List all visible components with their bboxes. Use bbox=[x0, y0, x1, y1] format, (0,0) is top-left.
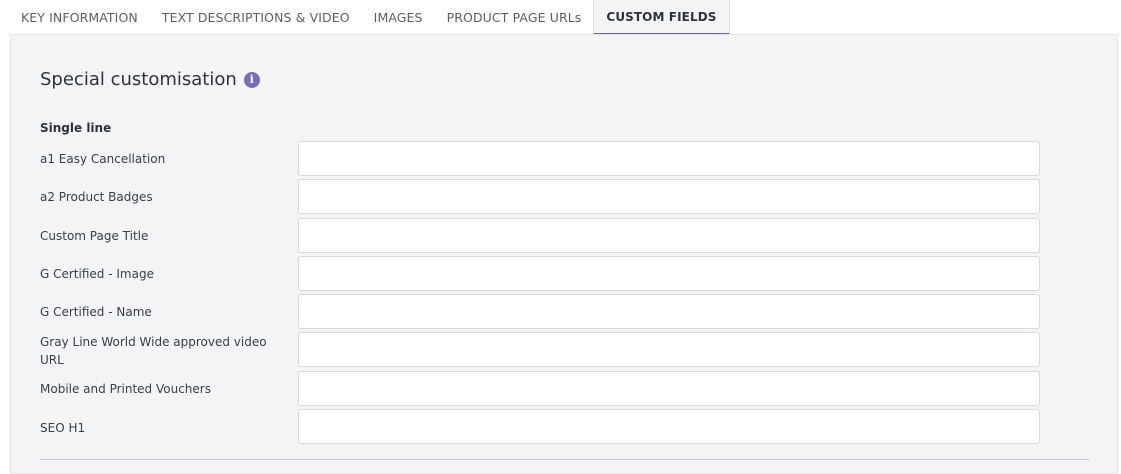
tab-text-descriptions-video[interactable]: TEXT DESCRIPTIONS & VIDEO bbox=[150, 0, 362, 35]
field-label-gray-line-video-url: Gray Line World Wide approved video URL bbox=[40, 335, 267, 367]
section-title-text: Special customisation bbox=[40, 69, 237, 90]
custom-fields-panel: Special customisation i Single line a1 E… bbox=[10, 34, 1118, 474]
section-title: Special customisation i bbox=[40, 69, 260, 90]
field-label-seo-h1: SEO H1 bbox=[40, 421, 86, 435]
tab-product-page-urls[interactable]: PRODUCT PAGE URLs bbox=[435, 0, 594, 35]
info-icon[interactable]: i bbox=[243, 71, 260, 88]
field-input-a2-product-badges[interactable] bbox=[298, 179, 1040, 214]
field-label-g-certified-image: G Certified - Image bbox=[40, 267, 154, 281]
field-input-mobile-printed-vouchers[interactable] bbox=[298, 371, 1040, 406]
field-label-a2-product-badges: a2 Product Badges bbox=[40, 190, 153, 204]
field-input-g-certified-image[interactable] bbox=[298, 256, 1040, 291]
tab-bar: KEY INFORMATION TEXT DESCRIPTIONS & VIDE… bbox=[0, 0, 1121, 35]
field-input-custom-page-title[interactable] bbox=[298, 218, 1040, 253]
field-label-mobile-printed-vouchers: Mobile and Printed Vouchers bbox=[40, 382, 211, 396]
field-label-g-certified-name: G Certified - Name bbox=[40, 305, 152, 319]
section-divider bbox=[40, 459, 1090, 460]
tab-images[interactable]: IMAGES bbox=[362, 0, 435, 35]
field-input-seo-h1[interactable] bbox=[298, 409, 1040, 444]
field-label-custom-page-title: Custom Page Title bbox=[40, 229, 149, 243]
tab-custom-fields[interactable]: CUSTOM FIELDS bbox=[593, 0, 730, 35]
field-input-a1-easy-cancellation[interactable] bbox=[298, 141, 1040, 176]
group-label-single-line: Single line bbox=[40, 121, 112, 135]
field-input-gray-line-video-url[interactable] bbox=[298, 332, 1040, 367]
field-input-g-certified-name[interactable] bbox=[298, 294, 1040, 329]
tab-key-information[interactable]: KEY INFORMATION bbox=[0, 0, 150, 35]
field-label-a1-easy-cancellation: a1 Easy Cancellation bbox=[40, 152, 166, 166]
